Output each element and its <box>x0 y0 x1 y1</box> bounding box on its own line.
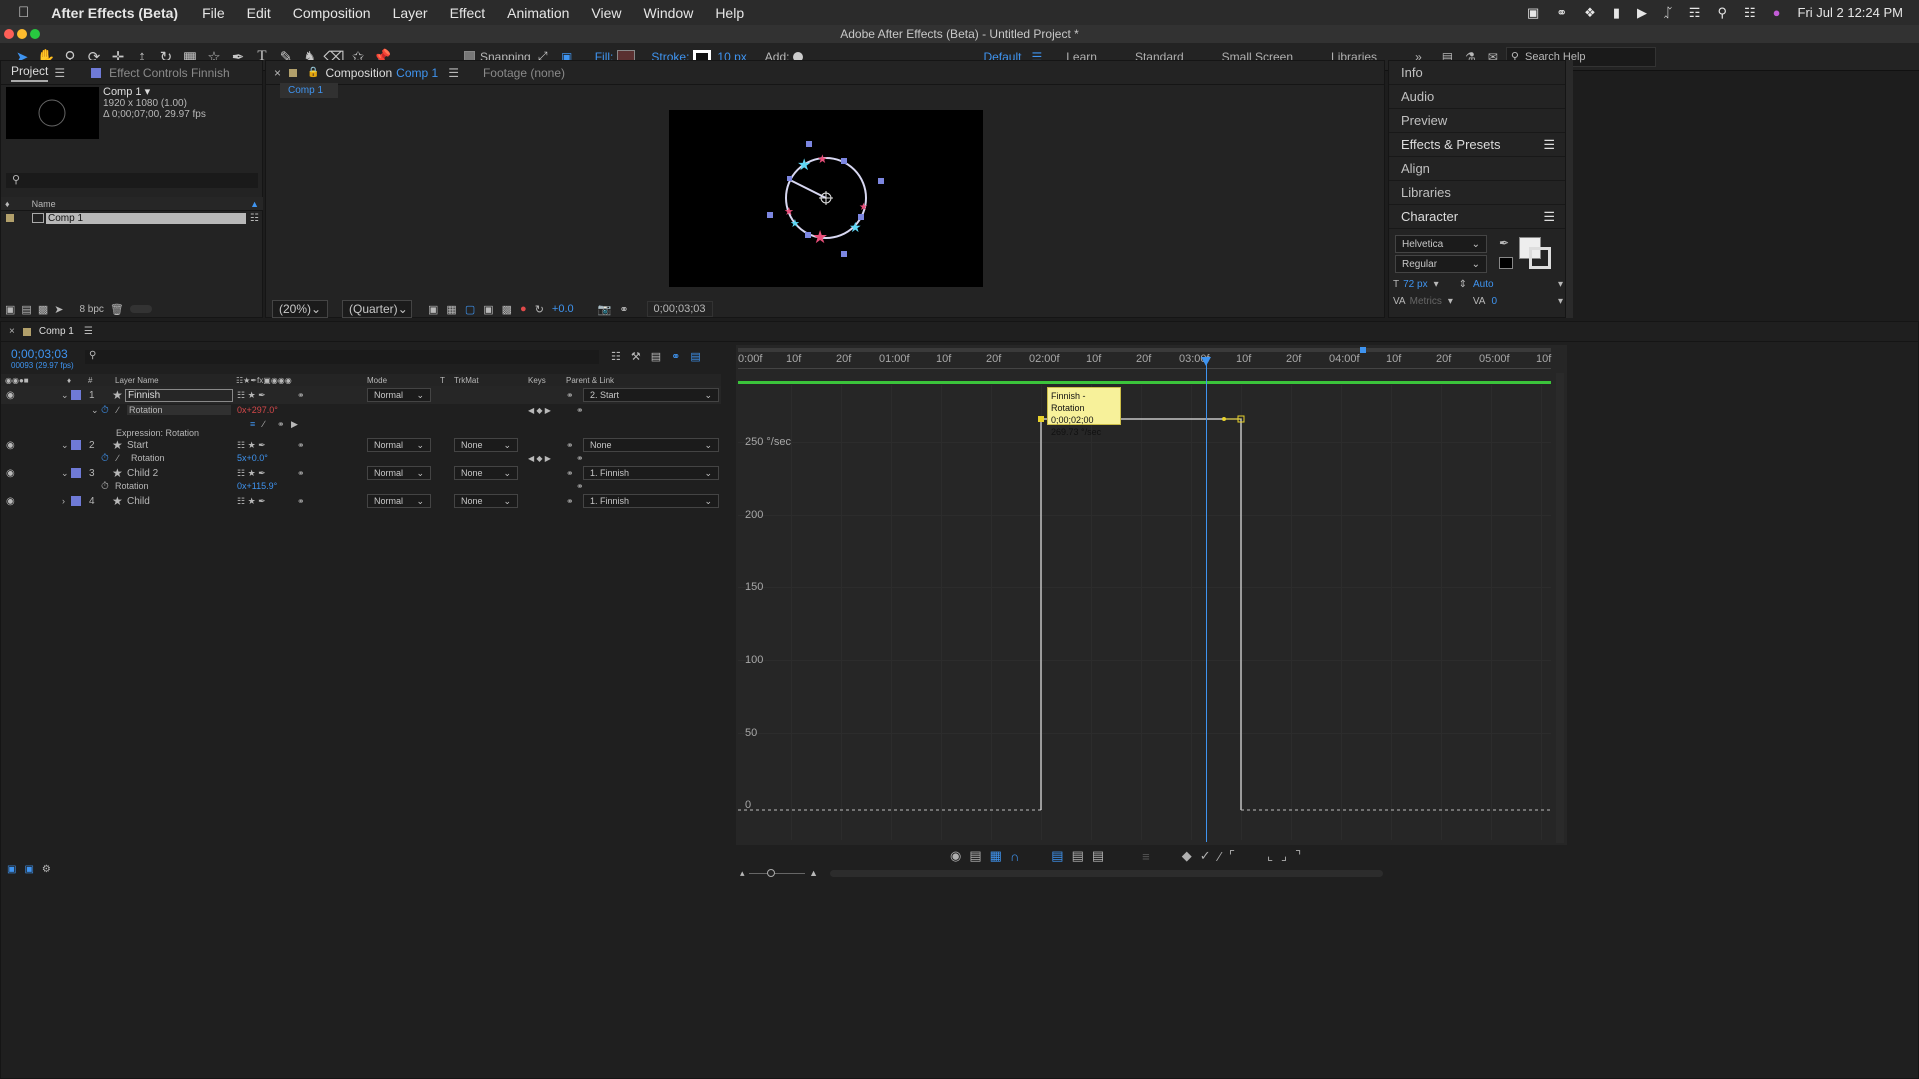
zoom-in-icon[interactable]: ▲ <box>809 868 818 878</box>
easy-ease-both-icon[interactable]: ⌝ <box>1295 848 1301 864</box>
show-transform-box-icon[interactable]: ▦ <box>990 848 1002 864</box>
graph-options-icon[interactable]: ▤ <box>969 848 981 864</box>
fit-selection-icon[interactable]: ▤ <box>1051 848 1063 864</box>
current-time-indicator[interactable] <box>1206 360 1207 842</box>
linear-keyframe-icon[interactable]: ✓ <box>1200 848 1211 864</box>
fit-all-icon[interactable]: ▤ <box>1072 848 1084 864</box>
graph-tooltip: Finnish - Rotation 0;00;02;00 269.73 °/s… <box>1047 387 1121 437</box>
timeline-horizontal-scrollbar[interactable] <box>830 870 1383 877</box>
graph-editor-toolbar: ◉ ▤ ▦ ∩ ▤ ▤ ▤ ≡ ◆ ✓ ∕ ⌜ ⌞ ⌟ ⌝ <box>950 848 1301 864</box>
timeline-zoom-slider[interactable]: ▴ ▲ <box>740 868 818 879</box>
easy-ease-icon[interactable]: ⌜ <box>1229 848 1235 864</box>
tooltip-value: 269.73 °/sec <box>1051 427 1102 437</box>
edit-keyframe-icon[interactable]: ≡ <box>1142 849 1150 864</box>
tooltip-time: 0;00;02;00 <box>1051 415 1094 425</box>
snap-icon[interactable]: ∩ <box>1010 849 1019 864</box>
auto-bezier-icon[interactable]: ∕ <box>1219 849 1221 864</box>
tooltip-title: Finnish - Rotation <box>1051 391 1086 413</box>
show-properties-icon[interactable]: ◉ <box>950 848 961 864</box>
work-area-end-marker[interactable] <box>1360 347 1366 353</box>
zoom-thumb[interactable] <box>766 868 775 877</box>
graph-vertical-scrollbar[interactable] <box>1556 373 1564 843</box>
speed-graph-curve[interactable] <box>0 0 1919 1079</box>
easy-ease-in-icon[interactable]: ⌞ <box>1267 848 1273 864</box>
cti-head-icon[interactable] <box>1201 357 1211 366</box>
hold-keyframe-icon[interactable]: ◆ <box>1182 848 1192 864</box>
separate-dimensions-icon[interactable]: ▤ <box>1092 848 1104 864</box>
easy-ease-out-icon[interactable]: ⌟ <box>1281 848 1287 864</box>
zoom-out-icon[interactable]: ▴ <box>740 868 745 879</box>
